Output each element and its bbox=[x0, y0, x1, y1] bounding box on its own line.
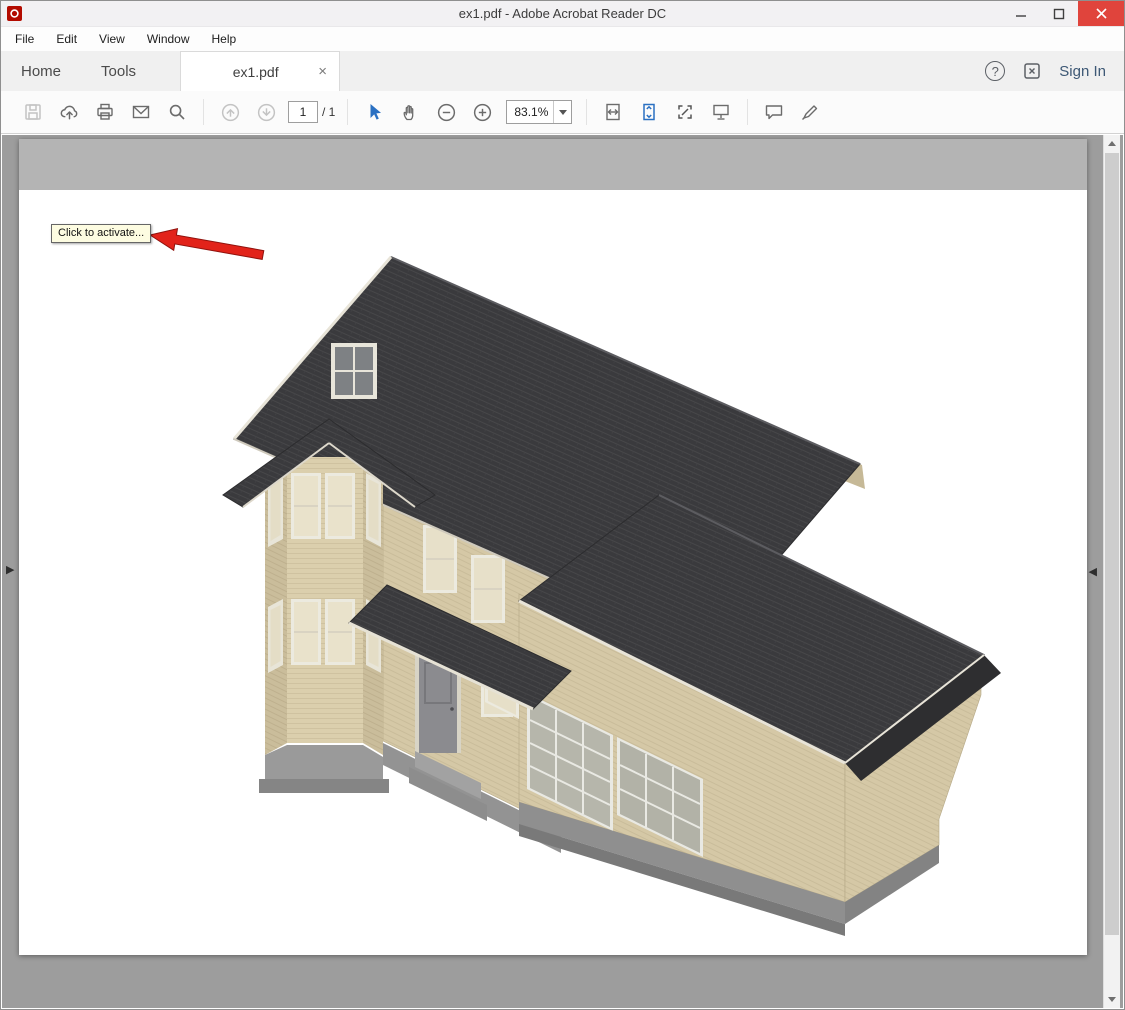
menu-item-edit[interactable]: Edit bbox=[56, 32, 77, 46]
page-up-icon bbox=[220, 102, 241, 123]
red-arrow-icon bbox=[150, 229, 264, 260]
right-pane-toggle[interactable]: ◀ bbox=[1089, 565, 1097, 578]
save-icon bbox=[23, 102, 43, 122]
house-3d-render[interactable] bbox=[19, 139, 1087, 955]
cloud-upload-button[interactable] bbox=[51, 96, 87, 128]
scroll-down-button[interactable] bbox=[1104, 991, 1120, 1008]
prev-page-button[interactable] bbox=[212, 96, 248, 128]
menu-item-view[interactable]: View bbox=[99, 32, 125, 46]
next-page-button[interactable] bbox=[248, 96, 284, 128]
tab-strip: Home Tools ex1.pdf × ? Sign In bbox=[1, 51, 1124, 91]
page-scroll-icon bbox=[639, 102, 659, 122]
comment-button[interactable] bbox=[756, 96, 792, 128]
pdf-page: Click to activate... bbox=[19, 139, 1087, 955]
scrollbar-thumb[interactable] bbox=[1105, 153, 1119, 935]
minimize-icon bbox=[1015, 8, 1027, 20]
help-button[interactable]: ? bbox=[985, 61, 1005, 81]
page-number-input[interactable] bbox=[288, 101, 318, 123]
highlight-button[interactable] bbox=[792, 96, 828, 128]
window-title: ex1.pdf - Adobe Acrobat Reader DC bbox=[1, 6, 1124, 21]
menu-item-file[interactable]: File bbox=[15, 32, 34, 46]
left-pane-toggle[interactable]: ▶ bbox=[6, 563, 14, 576]
acrobat-icon bbox=[7, 6, 23, 22]
fit-width-button[interactable] bbox=[595, 96, 631, 128]
email-icon bbox=[131, 102, 151, 122]
activation-tooltip[interactable]: Click to activate... bbox=[51, 224, 151, 243]
hand-tool-button[interactable] bbox=[392, 96, 428, 128]
search-icon bbox=[167, 102, 187, 122]
print-button[interactable] bbox=[87, 96, 123, 128]
zoom-out-button[interactable] bbox=[428, 96, 464, 128]
save-button[interactable] bbox=[15, 96, 51, 128]
popup-window-icon bbox=[1023, 62, 1041, 80]
presentation-icon bbox=[711, 102, 731, 122]
cursor-icon bbox=[364, 102, 384, 122]
scroll-down-icon bbox=[1108, 997, 1116, 1002]
maximize-icon bbox=[1053, 8, 1065, 20]
page-down-icon bbox=[256, 102, 277, 123]
zoom-dropdown-button[interactable] bbox=[553, 101, 571, 123]
zoom-in-icon bbox=[472, 102, 493, 123]
zoom-out-icon bbox=[436, 102, 457, 123]
scroll-up-button[interactable] bbox=[1104, 135, 1120, 152]
tab-close-icon[interactable]: × bbox=[318, 63, 327, 80]
help-icon: ? bbox=[992, 64, 999, 79]
menu-bar: File Edit View Window Help bbox=[1, 27, 1124, 51]
email-button[interactable] bbox=[123, 96, 159, 128]
sign-in-button[interactable]: Sign In bbox=[1059, 63, 1106, 80]
select-tool-button[interactable] bbox=[356, 96, 392, 128]
menu-item-window[interactable]: Window bbox=[147, 32, 190, 46]
document-area: Click to activate... ▶ ◀ bbox=[2, 135, 1123, 1008]
search-button[interactable] bbox=[159, 96, 195, 128]
document-tab-label: ex1.pdf bbox=[193, 64, 318, 80]
page-scroll-button[interactable] bbox=[631, 96, 667, 128]
maximize-button[interactable] bbox=[1040, 1, 1078, 26]
fullscreen-button[interactable] bbox=[667, 96, 703, 128]
title-bar: ex1.pdf - Adobe Acrobat Reader DC bbox=[1, 1, 1124, 27]
chevron-down-icon bbox=[559, 110, 567, 115]
print-icon bbox=[95, 102, 115, 122]
cloud-upload-icon bbox=[59, 102, 80, 123]
highlighter-icon bbox=[800, 102, 820, 122]
fit-width-icon bbox=[603, 102, 623, 122]
notification-window-button[interactable] bbox=[1023, 62, 1041, 80]
page-count-label: / 1 bbox=[322, 105, 335, 119]
zoom-in-button[interactable] bbox=[464, 96, 500, 128]
presentation-button[interactable] bbox=[703, 96, 739, 128]
tab-home[interactable]: Home bbox=[1, 51, 81, 91]
zoom-level-control[interactable]: 83.1% bbox=[506, 100, 572, 124]
scroll-up-icon bbox=[1108, 141, 1116, 146]
close-icon bbox=[1096, 8, 1107, 19]
vertical-scrollbar[interactable] bbox=[1103, 135, 1120, 1008]
comment-icon bbox=[764, 102, 784, 122]
hand-icon bbox=[400, 102, 420, 122]
acrobat-window: ex1.pdf - Adobe Acrobat Reader DC File E… bbox=[0, 0, 1125, 1010]
minimize-button[interactable] bbox=[1002, 1, 1040, 26]
main-toolbar: / 1 83.1% bbox=[1, 91, 1124, 134]
tab-tools[interactable]: Tools bbox=[81, 51, 156, 91]
zoom-level-value: 83.1% bbox=[507, 105, 553, 119]
document-tab[interactable]: ex1.pdf × bbox=[180, 51, 340, 91]
fullscreen-icon bbox=[675, 102, 695, 122]
menu-item-help[interactable]: Help bbox=[212, 32, 237, 46]
close-button[interactable] bbox=[1078, 1, 1124, 26]
